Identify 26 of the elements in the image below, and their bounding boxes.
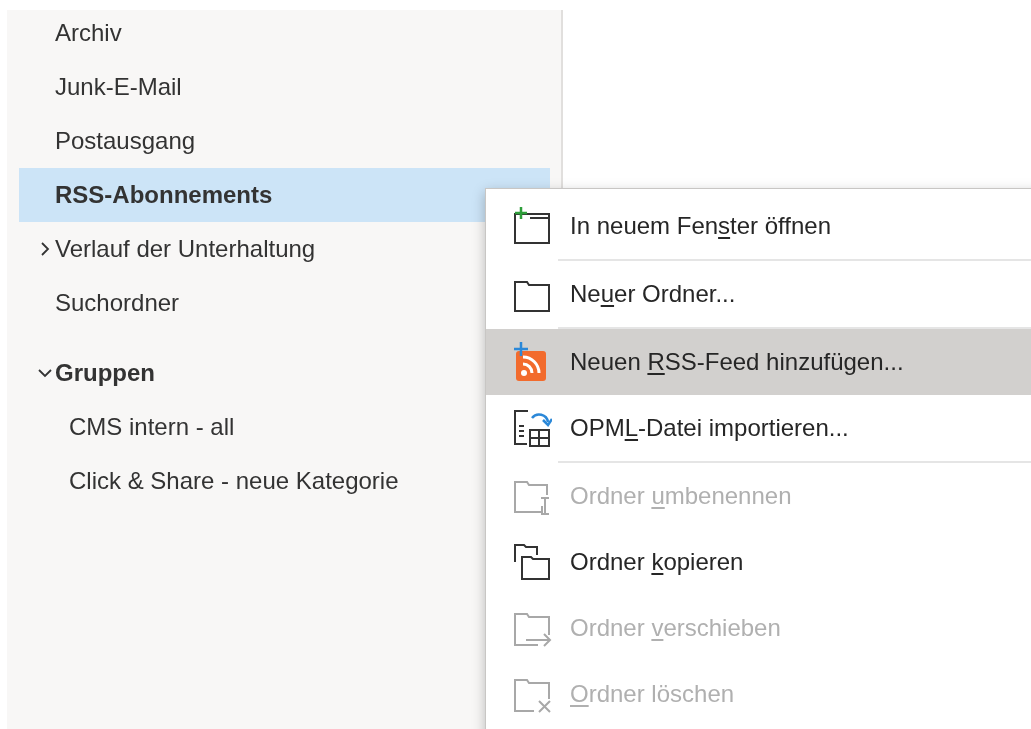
menu-label: Ordner umbenennen: [570, 481, 792, 511]
menu-label: In neuem Fenster öffnen: [570, 211, 832, 241]
menu-label: Neuer Ordner...: [570, 279, 736, 309]
menu-label: Ordner löschen: [570, 679, 735, 709]
folder-item[interactable]: Postausgang: [19, 114, 550, 168]
folder-item[interactable]: Archiv: [19, 6, 550, 60]
menu-item[interactable]: Ordner kopieren: [486, 529, 1031, 595]
menu-label: OPML-Datei importieren...: [570, 413, 849, 443]
menu-label: Ordner kopieren: [570, 547, 744, 577]
folder-item[interactable]: Junk-E-Mail: [19, 60, 550, 114]
folder-label: Verlauf der Unterhaltung: [55, 234, 316, 264]
folder-label: Archiv: [55, 18, 122, 48]
folder-label: RSS-Abonnements: [55, 180, 273, 210]
folder-label: CMS intern - all: [69, 412, 235, 442]
menu-label: Ordner verschieben: [570, 613, 781, 643]
menu-label: Neuen RSS-Feed hinzufügen...: [570, 347, 904, 377]
folder-label: Postausgang: [55, 126, 196, 156]
copy-folder-icon: [512, 542, 552, 582]
folder-label: Suchordner: [55, 288, 180, 318]
folder-label: Junk-E-Mail: [55, 72, 182, 102]
import-file-icon: [512, 408, 552, 448]
menu-item[interactable]: Neuen RSS-Feed hinzufügen...: [486, 329, 1031, 395]
folder-label: Gruppen: [55, 358, 155, 388]
folder-label: Click & Share - neue Kategorie: [69, 466, 399, 496]
new-window-icon: [512, 206, 552, 246]
folder-item[interactable]: RSS-Abonnements: [19, 168, 550, 222]
